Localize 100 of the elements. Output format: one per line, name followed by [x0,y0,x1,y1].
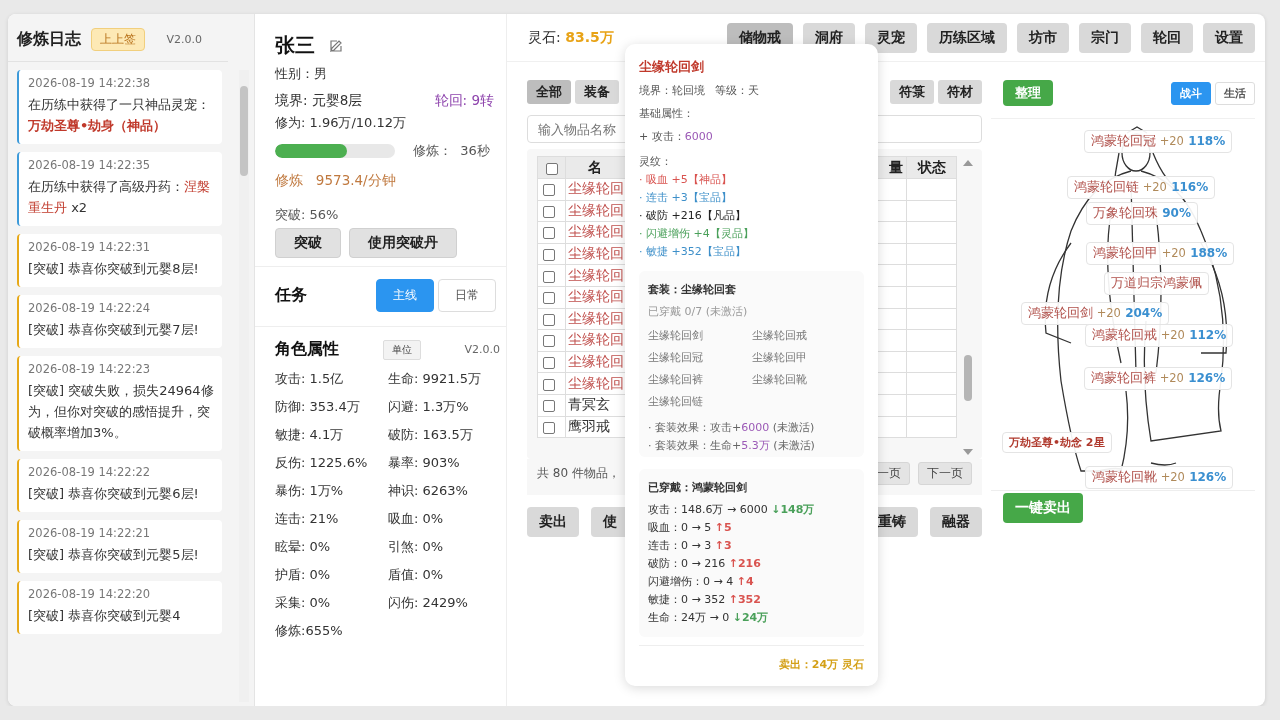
action-button[interactable]: 使用突破丹 [349,228,457,258]
log-time: 2026-08-19 14:22:31 [28,240,152,254]
checkbox[interactable] [543,357,555,370]
unit-button[interactable]: 单位 [382,339,421,360]
equipment-label[interactable]: 鸿蒙轮回甲 +20 188% [1086,242,1235,265]
compare-line: 生命：24万 → 0 ↓24万 [648,610,770,626]
log-message: 在历练中获得了高级丹药：涅槃重生丹 x2 [28,178,211,217]
checkbox[interactable] [543,335,555,348]
compare-line: 连击：0 → 3 ↑3 [648,538,733,554]
checkbox[interactable] [543,184,555,197]
stat-text: 防御: 353.4万 [275,398,361,416]
item-count: 共 80 件物品， [537,464,620,482]
log-message: [突破] 恭喜你突破到元婴4 [28,607,182,625]
action-button[interactable]: 融器 [930,507,982,537]
log-message: [突破] 恭喜你突破到元婴6层! [28,485,200,503]
equipment-label[interactable]: 鸿蒙轮回冠 +20 118% [1084,130,1233,153]
compare-line: 破防：0 → 216 ↑216 [648,556,762,572]
scroll-up-icon[interactable] [963,160,973,166]
log-message: [突破] 恭喜你突破到元婴7层! [28,321,200,339]
checkbox[interactable] [543,270,555,283]
category-tab[interactable]: 符箓 [890,80,934,104]
checkbox[interactable] [543,313,555,326]
cultivation-rate: 修炼 9573.4/分钟 [275,172,396,190]
stat-text: 敏捷: 4.1万 [275,426,345,444]
task-tab[interactable]: 日常 [438,279,496,312]
version-label: V2.0.0 [464,343,500,356]
nav-button[interactable]: 设置 [1203,22,1255,53]
equipment-label[interactable]: 鸿蒙轮回裤 +20 126% [1084,367,1233,390]
page-button[interactable]: 下一页 [918,461,972,485]
stat-text: 破防: 163.5万 [388,426,474,444]
set-piece: 尘缘轮回裤 [648,372,704,388]
log-message: [突破] 突破失败，损失24964修为，但你对突破的感悟提升，突破概率增加3%。 [28,382,214,442]
column-header: 状态 [906,156,957,179]
checkbox[interactable] [543,400,555,413]
checkbox[interactable] [543,292,555,305]
set-piece: 尘缘轮回冠 [648,350,704,366]
set-piece: 尘缘轮回靴 [751,372,808,388]
equipment-label[interactable]: 鸿蒙轮回链 +20 116% [1067,176,1216,199]
compare-line: 闪避增伤：0 → 4 ↑4 [648,574,755,590]
log-time: 2026-08-19 14:22:23 [28,362,152,376]
character-name: 张三 [275,32,315,59]
checkbox[interactable] [543,227,555,240]
stat-text: 修炼:655% [275,622,344,640]
section-title: 任务 [275,285,307,306]
stat-text: 盾值: 0% [388,566,445,584]
rebirth-text: 轮回: 9转 [434,92,494,110]
checkbox[interactable] [543,421,555,434]
equipment-label[interactable]: 鸿蒙轮回靴 +20 126% [1085,466,1234,489]
category-tab[interactable]: 符材 [938,80,982,104]
stat-text: 采集: 0% [275,594,332,612]
gender-text: 性别：男 [275,65,327,83]
section-title: 角色属性 [275,339,339,360]
checkbox[interactable] [543,378,555,391]
nav-button[interactable]: 宗门 [1079,22,1131,53]
version-label: V2.0.0 [166,33,202,46]
compare-line: 攻击：148.6万 → 6000 ↓148万 [648,502,816,518]
stat-text: 神识: 6263% [388,482,469,500]
nav-button[interactable]: 坊市 [1017,22,1069,53]
stat-text: 反伤: 1225.6% [275,454,369,472]
log-message: [突破] 恭喜你突破到元婴5层! [28,546,200,564]
breakthrough-chance: 突破: 56% [275,206,339,224]
log-message: [突破] 恭喜你突破到元婴8层! [28,260,200,278]
set-effect: · 套装效果：生命+5.3万 (未激活) [648,438,816,454]
nav-button[interactable]: 轮回 [1141,22,1193,53]
checkbox[interactable] [543,249,555,262]
category-tab[interactable]: 装备 [575,80,619,104]
stat-text: 暴伤: 1万% [275,482,345,500]
equipment-label[interactable]: 万象轮回珠 90% [1086,202,1198,225]
category-tab[interactable]: 全部 [527,80,571,104]
equipment-label[interactable]: 鸿蒙轮回剑 +20 204% [1021,302,1170,325]
log-time: 2026-08-19 14:22:24 [28,301,152,315]
nav-button[interactable]: 灵宠 [865,22,917,53]
stat-text: 暴率: 903% [388,454,461,472]
affix-line: · 闪避增伤 +4【灵品】 [639,226,755,242]
checkbox[interactable] [545,162,558,175]
tooltip-heading: 灵纹： [639,154,673,170]
tooltip-heading: 基础属性： [639,106,695,122]
action-button[interactable]: 突破 [275,228,341,258]
equipment-label[interactable]: 鸿蒙轮回戒 +20 112% [1085,324,1234,347]
stat-text: 闪避: 1.3万% [388,398,470,416]
stat-text: 生命: 9921.5万 [388,370,482,388]
fortune-badge: 上上签 [91,28,145,51]
stat-text: 攻击: 1.5亿 [275,370,345,388]
edit-icon[interactable] [329,38,343,53]
set-effect: · 套装效果：攻击+6000 (未激活) [648,420,816,436]
log-time: 2026-08-19 14:22:21 [28,526,152,540]
scrollbar-thumb[interactable] [964,354,972,401]
stat-text: 眩晕: 0% [275,538,332,556]
scroll-down-icon[interactable] [963,449,973,455]
timer-text: 修炼： 36秒 [413,142,490,160]
affix-line: · 破防 +216【凡品】 [639,208,747,224]
nav-button[interactable]: 历练区域 [927,22,1007,53]
mode-tab[interactable]: 生活 [1215,81,1255,105]
set-piece: 尘缘轮回链 [648,394,704,410]
action-button[interactable]: 卖出 [527,507,579,537]
checkbox[interactable] [543,205,555,218]
sell-price: 卖出：24万 灵石 [777,657,864,673]
equipment-label[interactable]: 万道归宗鸿蒙佩 [1104,272,1209,295]
pet-label[interactable]: 万劫圣尊•劫念 2星 [1002,432,1112,453]
stat-text: 闪伤: 2429% [388,594,469,612]
